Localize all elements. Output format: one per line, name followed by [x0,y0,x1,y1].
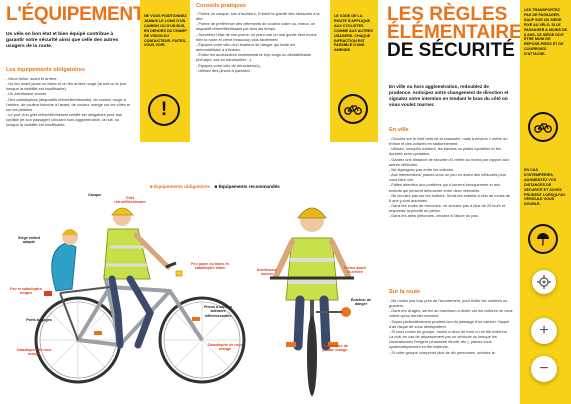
list-item: - Ne circulez pas sur les trottoirs. Seu… [389,192,511,203]
left-intro: Un vélo en bon état et bien équipé contr… [6,32,119,50]
list-item: - Si votre groupe comprend plus de dix p… [389,349,496,355]
road-title: Sur la route [389,289,421,295]
list-item: - Ne roulez pas trop près de l'accotemen… [389,298,508,309]
label-portes-bagages: Porte-bagages [26,318,52,322]
diagram-legend: ■ Équipements obligatoires ■ Équipements… [150,184,280,189]
bicycle-passenger-sign-icon [528,112,558,142]
passenger-text: Les transportez pas de passager, sauf su… [524,8,568,57]
list-item: - Dans les virages, serrez au maximum à … [389,308,513,319]
code-box: Le Code de la route s'applique aux cycli… [330,0,378,142]
legend-required: Équipements obligatoires [154,184,211,189]
front-rider-helmet [297,207,327,219]
label-pneus: Pneus à bandes latérales réfléchissantes [203,305,233,318]
right-intro: En ville ou hors agglomération, redouble… [389,84,509,107]
left-title: L'équipement [6,4,145,25]
list-item: - Évitez les accessoires vestimentaires … [196,52,312,63]
child-seat [51,242,77,292]
list-item: - Portez de préférence des vêtements de … [196,21,316,32]
list-item: - Équipez votre vélo d'un écarteur de da… [196,41,296,53]
label-catadioptre-orange: Catadioptre de roue orange [16,348,52,357]
label-pedale: Catadioptre de pédale orange [322,344,348,353]
label-ecarteur: Écarteur de danger [350,298,372,307]
zoom-in-button[interactable]: + [531,318,557,344]
locate-button[interactable] [532,270,556,294]
label-siege: Siège enfant adapté [18,236,40,245]
label-feu-avant: Feu jaune ou blanc et catadioptre blanc [191,262,229,271]
label-catadioptre-roue: Catadioptre de roue orange [207,343,243,352]
bike-side-illustration [34,207,246,384]
exclamation-sign-icon: ! [148,94,180,126]
list-item: - Surveillez l'état de vos pneus: un pne… [196,31,317,42]
label-avertisseur: Avertisseur sonore [256,268,278,277]
label-gilet: Gilet rétroréfléchissant [114,196,146,205]
tips-title: Conseils pratiques [196,3,247,9]
list-item: - Aux intersections, placez-vous un peu … [389,172,507,183]
right-title-line3: de sécurité [387,40,515,62]
road-list: - Ne roulez pas trop près de l'accotemen… [389,298,513,355]
list-item: - Portez un casque: lors d'accident, il … [196,11,320,22]
bicycle-sign-icon [338,94,368,124]
list-item: - Circulez sur le côté droit de la chaus… [389,136,508,147]
code-box-text: Le Code de la route s'applique aux cycli… [334,14,373,53]
mandatory-list: - Deux freins, avant et arrière. - Un fe… [6,76,132,128]
list-item: - Un feu avant jaune ou blanc et un feu … [6,81,127,92]
list-item: - Des catadioptres (dispositifs rétroréf… [6,96,131,112]
city-title: En ville [389,127,409,133]
mandatory-section-title: Les équipements obligatoires [6,67,85,73]
locate-icon [537,275,551,289]
right-title: Les règles élémentaires de sécurité [387,5,534,62]
list-item: - Utilisez des pinces à pantalon. [196,67,251,73]
zoom-out-button[interactable]: − [531,356,557,382]
danger-spacer [341,307,351,317]
label-feu-arriere: Feu et catadioptre rouges [10,287,42,296]
list-item: - Soyez particulièrement prudent lors du… [389,318,510,329]
front-wheel-front [307,316,317,396]
city-list: - Circulez sur le côté droit de la chaus… [389,136,513,219]
list-item: - Gardez une distance de sécurité d'1 mè… [389,156,509,167]
pedal-reflector [286,342,296,347]
legend-recommended: Équipements recommandés [218,184,280,189]
label-casque: Casque [88,193,102,197]
list-item: - Dans les aires piétonnes, circulez à l… [389,213,479,219]
truck-warning-text: Ne vous positionnez jamais le long d'un … [144,14,187,48]
rider-vest [103,228,151,280]
list-item: - Dans les zones de rencontre, ne circul… [389,203,506,214]
list-item: - Le port d'un gilet rétroréfléchissant … [6,112,123,128]
front-rider-vest [285,237,339,301]
tips-list: - Portez un casque: lors d'accident, il … [196,11,320,73]
weather-text: En cas d'intempéries, augmentez vos dist… [524,168,565,207]
rider-helmet [111,207,134,216]
label-freins: Freins avant et arrière [344,266,366,275]
list-item: - Utilisez, lorsqu'ils existent, les ban… [389,146,501,157]
list-item: - Faites attention aux portières qui s'o… [389,182,501,193]
truck-warning-box: Ne vous positionnez jamais le long d'un … [140,0,190,142]
umbrella-sign-icon [528,224,558,254]
list-item: - Si vous roulez en groupe, roulez à deu… [389,328,508,350]
